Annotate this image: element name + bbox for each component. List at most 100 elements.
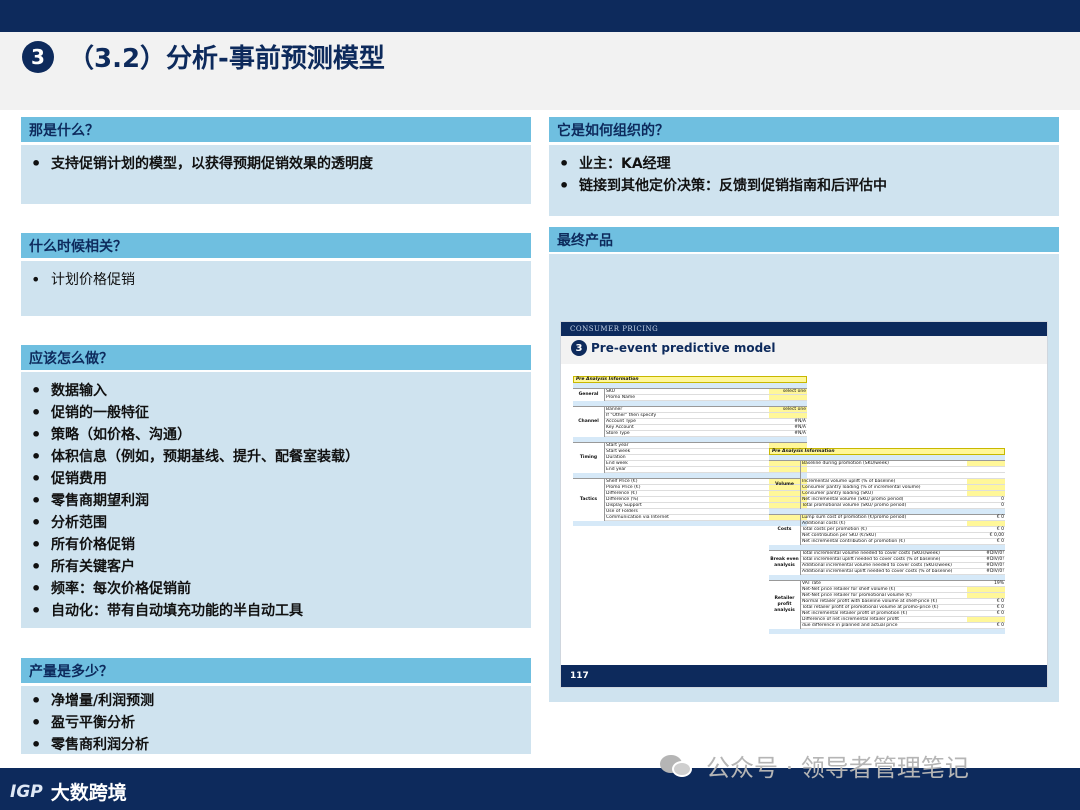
table-cell-label: Shelf Price (€) (606, 479, 638, 484)
table-cell-value (769, 395, 807, 400)
list-item: 分析范围 (29, 512, 531, 534)
what-header: 那是什么？ (21, 117, 531, 142)
table-cell-label: Start week (606, 449, 631, 454)
table-cell-label: Total incremental volume needed to cover… (802, 551, 940, 556)
table-group: Retailer profit analysis VAT rate 19% Net-N… (769, 580, 1005, 629)
list-item: 净增量/利润预测 (29, 690, 531, 712)
watermark-text: 公众号 · 领导者管理笔记 (706, 754, 969, 782)
brand-mark: IGP (10, 781, 43, 802)
table-cell-value: € 0 (996, 623, 1004, 628)
table-cell-value: € 0 (996, 515, 1004, 520)
org-header: 它是如何组织的？ (549, 117, 1059, 142)
pre-analysis-table-2: Pre Analysis Information Volume Baseline d… (769, 448, 1005, 634)
list-item: 支持促销计划的模型，以获得预期促销效果的透明度 (29, 153, 531, 175)
table-cell-value: 0 (1001, 503, 1004, 508)
org-list: 业主：KA经理链接到其他定价决策：反馈到促销指南和后评估中 (557, 153, 1059, 197)
table-cell-label: Difference (€) (606, 491, 638, 496)
table-cell-label (801, 467, 967, 472)
output-list: 净增量/利润预测盈亏平衡分析零售商利润分析 (29, 690, 531, 756)
table-cell-label: Difference of net incremental retailer p… (802, 617, 900, 622)
output-header: 产量是多少？ (21, 658, 531, 683)
table-group-name: Volume (769, 461, 801, 509)
table-cell-label: Difference (%) (606, 497, 639, 502)
table-cell-value: € 0 (996, 611, 1004, 616)
table-group-name: Timing (573, 443, 605, 473)
preview-top-bar: CONSUMER PRICING (561, 322, 1047, 336)
table-row: Net incremental contribution of promotio… (801, 539, 1005, 545)
table-cell-label: Net incremental contribution of promotio… (802, 539, 906, 544)
table-group: Volume Baseline during promotion (SKU/wee… (769, 460, 1005, 509)
top-bar (0, 0, 1080, 32)
table-row: Store Type #N/A (605, 431, 807, 437)
table-row: due difference in planned and actual pri… (801, 623, 1005, 629)
list-item: 计划价格促销 (29, 269, 531, 291)
how-list: 数据输入促销的一般特征策略（如价格、沟通）体积信息（例如，预期基线、提升、配餐室… (29, 380, 531, 622)
table-cell-value (967, 467, 1005, 472)
table-cell-value: #DIV/0! (986, 557, 1004, 562)
table-group: Costs Lump sum cost of promotion (€/promo… (769, 514, 1005, 545)
brand-name: 大数跨境 (50, 782, 127, 804)
table-cell-value: #N/A (794, 419, 806, 424)
table-cell-value (967, 479, 1005, 484)
table-cell-label: End year (606, 467, 627, 472)
table-cell-label: End week (606, 461, 628, 466)
table-cell-value (967, 521, 1005, 526)
table-cell-value (967, 461, 1005, 466)
section-number-badge: 3 (22, 40, 54, 73)
when-box: 计划价格促销 (21, 261, 531, 316)
table-cell-label: Additional costs (€) (802, 521, 846, 526)
what-box: 支持促销计划的模型，以获得预期促销效果的透明度 (21, 145, 531, 204)
preview-number-badge: 3 (571, 340, 587, 356)
table-group-name: Tactics (573, 479, 605, 521)
table-cell-value: 0 (1001, 497, 1004, 502)
table-cell-value: € 0,00 (989, 533, 1004, 538)
table-cell-value: #N/A (794, 431, 806, 436)
table-cell-label: Net contribution per SKU (€/SKU) (802, 533, 877, 538)
page-title-row: 3 （3.2）分析-事前预测模型 (22, 38, 385, 75)
watermark: 公众号 · 领导者管理笔记 (660, 748, 969, 783)
table-group-name: General (573, 389, 605, 401)
table-group-name: Channel (573, 407, 605, 437)
when-header: 什么时候相关？ (21, 233, 531, 258)
list-item: 自动化：带有自动填充功能的半自动工具 (29, 600, 531, 622)
list-item: 盈亏平衡分析 (29, 712, 531, 734)
table-cell-value: #DIV/0! (986, 551, 1004, 556)
when-list: 计划价格促销 (29, 269, 531, 291)
table-cell-label: Additional incremental volume needed to … (802, 563, 952, 568)
list-item: 零售商期望利润 (29, 490, 531, 512)
table-cell-label: Key Account (606, 425, 634, 430)
table-cell-value: select one (769, 407, 807, 412)
table-row: Promo Name (605, 395, 807, 401)
table-cell-label: Consumer pantry loading (SKU) (802, 491, 874, 496)
table-cell-value (967, 617, 1005, 622)
table-cell-value: select one (769, 389, 807, 394)
how-box: 数据输入促销的一般特征策略（如价格、沟通）体积信息（例如，预期基线、提升、配餐室… (21, 372, 531, 628)
wechat-icon (660, 753, 694, 779)
list-item: 所有价格促销 (29, 534, 531, 556)
table-group-name: Break even analysis (769, 551, 801, 575)
table-group: Channel Banner select one If "Other" then s… (573, 406, 807, 437)
table-head: Pre Analysis Information (573, 376, 807, 383)
table-cell-value: #DIV/0! (986, 563, 1004, 568)
table-cell-label: Use of Folders (606, 509, 638, 514)
table-cell-label: Net-Net price retailer for shelf volume … (802, 587, 896, 592)
preview-title: Pre-event predictive model (591, 341, 776, 355)
table-cell-value: #N/A (794, 425, 806, 430)
table-group-name: Retailer profit analysis (769, 581, 801, 629)
table-cell-label: Store Type (606, 431, 630, 436)
table-cell-value (967, 587, 1005, 592)
table-cell-label: Total promotional volume (SKU/ promo per… (802, 503, 907, 508)
table-cell-label: Total costs per promotion (€) (802, 527, 867, 532)
table-group: General SKU select one Promo Name (573, 388, 807, 401)
table-cell-label: Lump sum cost of promotion (€/promo peri… (802, 515, 907, 520)
table-cell-label (801, 473, 967, 478)
table-cell-value (967, 473, 1005, 478)
table-cell-label: Total incremental uplift needed to cover… (802, 557, 941, 562)
table-cell-label: Promo Price (€) (606, 485, 641, 490)
table-cell-value (967, 593, 1005, 598)
table-cell-label: Incremental volume uplift (% of baseline… (802, 479, 896, 484)
table-spacer (769, 629, 1005, 634)
table-cell-label: Baseline during promotion (SKU/week) (802, 461, 889, 466)
brand-logo: IGP 大数跨境 (10, 778, 127, 805)
table-cell-label: If "Other" then specify (606, 413, 657, 418)
